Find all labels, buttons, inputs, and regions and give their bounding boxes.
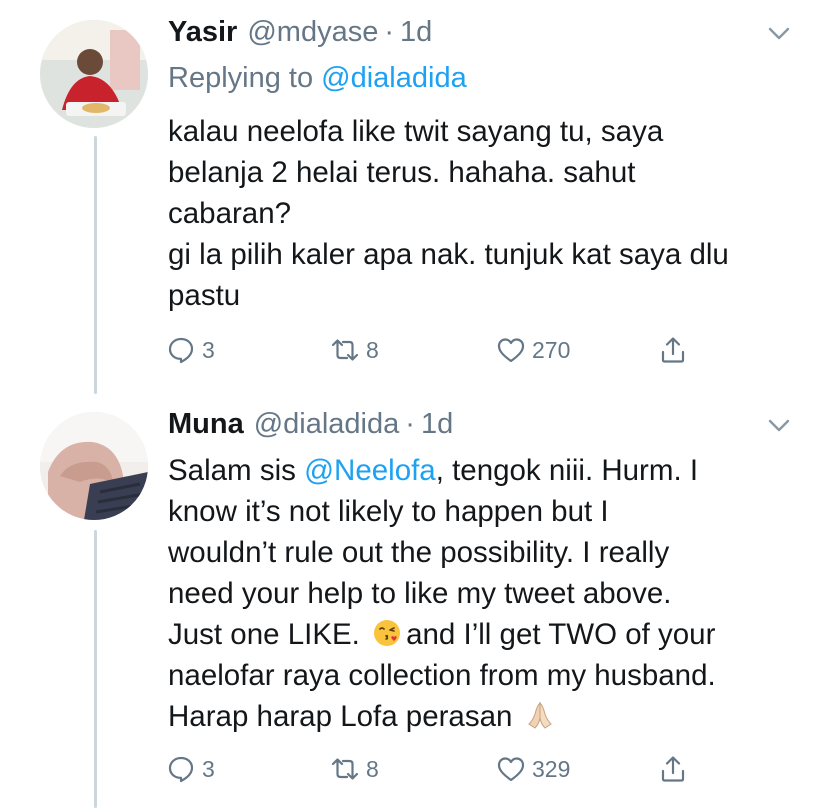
retweet-button[interactable]: 8: [330, 333, 379, 367]
share-icon: [661, 756, 685, 782]
like-button[interactable]: 270: [496, 333, 570, 367]
tweet-line: gi la pilih kaler apa nak. tunjuk kat sa…: [168, 238, 729, 271]
tweet-line: belanja 2 helai terus. hahaha. sahut: [168, 156, 636, 189]
like-count: 329: [532, 755, 571, 782]
avatar-photo: [40, 20, 148, 128]
timestamp[interactable]: 1d: [400, 16, 432, 49]
reply-mention-link[interactable]: @dialadida: [321, 62, 467, 94]
avatar-photo: [40, 412, 148, 520]
retweet-icon: [331, 758, 359, 780]
tweet-header: Yasir @mdyase · 1d: [168, 14, 432, 50]
tweet-line: wouldn’t rule out the possibility. I rea…: [168, 536, 670, 569]
reply-count: 3: [202, 755, 215, 782]
like-count: 270: [532, 336, 571, 363]
replying-to-label: Replying to: [168, 62, 314, 94]
user-handle[interactable]: @mdyase: [247, 16, 378, 49]
share-button[interactable]: [658, 752, 688, 786]
avatar[interactable]: [40, 20, 148, 128]
text-segment: , tengok niii. Hurm. I: [435, 454, 699, 487]
tweet-header: Muna @dialadida · 1d: [168, 406, 453, 442]
retweet-icon: [331, 339, 359, 361]
mention-link[interactable]: @Neelofa: [304, 454, 436, 487]
tweet-line: naelofar raya collection from my husband…: [168, 659, 716, 692]
reply-button[interactable]: 3: [166, 752, 215, 786]
replying-to: Replying to @dialadida: [168, 62, 467, 95]
tweet-line: kalau neelofa like twit sayang tu, saya: [168, 115, 664, 148]
text-segment: Just one LIKE.: [168, 618, 360, 651]
tweet-line: pastu: [168, 279, 241, 312]
text-segment: Salam sis: [168, 454, 296, 487]
retweet-button[interactable]: 8: [330, 752, 379, 786]
tweet-line: Salam sis @Neelofa, tengok niii. Hurm. I: [168, 450, 808, 491]
heart-icon: [497, 757, 525, 782]
chevron-down-icon[interactable]: [766, 412, 792, 438]
text-segment: and I’ll get TWO of your: [406, 618, 716, 651]
kissing-face-emoji: [374, 620, 401, 646]
folded-hands-emoji: [527, 701, 552, 729]
separator-dot: ·: [384, 15, 394, 48]
reply-icon: [168, 337, 194, 364]
tweet-text: kalau neelofa like twit sayang tu, saya …: [168, 111, 808, 316]
tweet-line: Just one LIKE. and I’ll get TWO of your: [168, 614, 808, 655]
tweet-actions: 3 8 270: [166, 333, 706, 367]
retweet-count: 8: [366, 755, 379, 782]
timestamp[interactable]: 1d: [421, 408, 453, 441]
thread-line-bottom: [94, 530, 97, 808]
share-icon: [661, 337, 685, 363]
display-name[interactable]: Muna: [168, 408, 244, 441]
thread-line-top: [94, 136, 97, 394]
reply-count: 3: [202, 336, 215, 363]
tweet-line: Harap harap Lofa perasan: [168, 696, 808, 737]
share-button[interactable]: [658, 333, 688, 367]
chevron-down-icon[interactable]: [766, 20, 792, 46]
text-segment: Harap harap Lofa perasan: [168, 700, 513, 733]
user-handle[interactable]: @dialadida: [254, 408, 400, 441]
avatar[interactable]: [40, 412, 148, 520]
tweet-actions: 3 8 329: [166, 752, 706, 786]
heart-icon: [497, 338, 525, 363]
like-button[interactable]: 329: [496, 752, 570, 786]
reply-button[interactable]: 3: [166, 333, 215, 367]
display-name[interactable]: Yasir: [168, 16, 237, 49]
tweet-line: cabaran?: [168, 197, 292, 230]
tweet-line: know it’s not likely to happen but I: [168, 495, 609, 528]
reply-icon: [168, 756, 194, 783]
tweet-line: need your help to like my tweet above.: [168, 577, 672, 610]
tweet-text: Salam sis @Neelofa, tengok niii. Hurm. I…: [168, 450, 808, 737]
retweet-count: 8: [366, 336, 379, 363]
separator-dot: ·: [405, 407, 415, 440]
